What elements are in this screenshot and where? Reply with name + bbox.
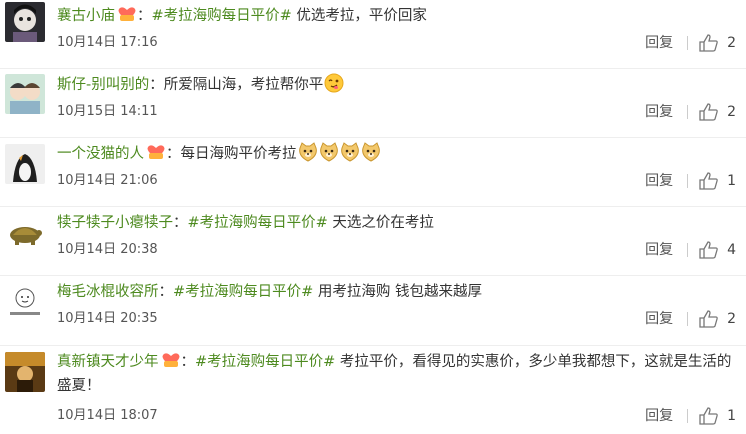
thumbs-up-icon <box>699 241 718 259</box>
username-link[interactable]: 梅毛冰棍收容所 <box>57 284 159 300</box>
doge-emoji-icon <box>298 142 318 162</box>
comment-item: 犊子犊子小瘪犊子：#考拉海购每日平价# 天选之价在考拉 10月14日 20:38… <box>0 207 746 276</box>
timestamp: 10月14日 20:38 <box>57 242 158 257</box>
comment-meta: 10月15日 14:11 回复 2 <box>57 102 736 122</box>
fan-badge-icon <box>117 5 137 23</box>
comment-actions: 回复 2 <box>645 102 736 122</box>
thumbs-up-icon <box>699 34 718 52</box>
like-count: 2 <box>727 35 736 51</box>
doge-emoji-icon <box>340 142 360 162</box>
fan-badge-icon <box>161 351 181 369</box>
comment-text: 每日海购平价考拉 <box>180 146 297 162</box>
divider <box>687 36 689 50</box>
wink-emoji-icon <box>324 73 344 93</box>
timestamp: 10月14日 18:07 <box>57 408 158 423</box>
username-link[interactable]: 襄古小庙 <box>57 8 115 24</box>
comment-body: 梅毛冰棍收容所：#考拉海购每日平价# 用考拉海购 钱包越来越厚 <box>57 284 483 300</box>
comment-meta: 10月14日 18:07 回复 1 <box>57 406 736 426</box>
timestamp: 10月15日 14:11 <box>57 104 158 119</box>
comment-actions: 回复 2 <box>645 33 736 53</box>
avatar[interactable] <box>5 352 45 392</box>
avatar[interactable] <box>5 2 45 42</box>
comment-body: 犊子犊子小瘪犊子：#考拉海购每日平价# 天选之价在考拉 <box>57 215 434 231</box>
topic-link[interactable]: #考拉海购每日平价# <box>188 215 328 231</box>
reply-button[interactable]: 回复 <box>645 240 673 260</box>
comment-meta: 10月14日 17:16 回复 2 <box>57 33 736 53</box>
username-link[interactable]: 犊子犊子小瘪犊子 <box>57 215 173 231</box>
avatar[interactable] <box>5 213 45 253</box>
comment-text: 优选考拉，平价回家 <box>291 8 427 24</box>
divider <box>687 105 689 119</box>
reply-button[interactable]: 回复 <box>645 33 673 53</box>
topic-link[interactable]: #考拉海购每日平价# <box>173 284 313 300</box>
like-count: 4 <box>727 242 736 258</box>
avatar[interactable] <box>5 282 45 322</box>
avatar[interactable] <box>5 144 45 184</box>
like-button[interactable]: 2 <box>699 33 736 53</box>
comment-item: 襄古小庙 ：#考拉海购每日平价# 优选考拉，平价回家 10月14日 17:16 … <box>0 0 746 69</box>
comment-item: 斯仔-别叫别的：所爱隔山海，考拉帮你平 10月15日 14:11 回复 2 <box>0 69 746 138</box>
thumbs-up-icon <box>699 103 718 121</box>
like-button[interactable]: 4 <box>699 240 736 260</box>
timestamp: 10月14日 21:06 <box>57 173 158 188</box>
reply-button[interactable]: 回复 <box>645 171 673 191</box>
comment-meta: 10月14日 20:35 回复 2 <box>57 309 736 329</box>
username-link[interactable]: 一个没猫的人 <box>57 146 144 162</box>
like-count: 2 <box>727 311 736 327</box>
comment-actions: 回复 1 <box>645 171 736 191</box>
like-count: 1 <box>727 408 736 424</box>
timestamp: 10月14日 20:35 <box>57 311 158 326</box>
comment-meta: 10月14日 20:38 回复 4 <box>57 240 736 260</box>
doge-emoji-icon <box>319 142 339 162</box>
thumbs-up-icon <box>699 310 718 328</box>
comment-text: 天选之价在考拉 <box>327 215 434 231</box>
comment-body: 一个没猫的人 ：每日海购平价考拉 <box>57 142 736 166</box>
divider <box>687 243 689 257</box>
divider <box>687 312 689 326</box>
timestamp: 10月14日 17:16 <box>57 35 158 50</box>
like-button[interactable]: 2 <box>699 309 736 329</box>
doge-emoji-icon <box>361 142 381 162</box>
like-button[interactable]: 1 <box>699 171 736 191</box>
thumbs-up-icon <box>699 407 718 425</box>
topic-link[interactable]: #考拉海购每日平价# <box>195 354 335 370</box>
comment-item: 真新镇天才少年 ：#考拉海购每日平价# 考拉平价，看得见的实惠价，多少单我都想下… <box>0 346 746 434</box>
comment-actions: 回复 2 <box>645 309 736 329</box>
comment-body: 斯仔-别叫别的：所爱隔山海，考拉帮你平 <box>57 73 736 97</box>
comment-item: 梅毛冰棍收容所：#考拉海购每日平价# 用考拉海购 钱包越来越厚 10月14日 2… <box>0 276 746 346</box>
reply-button[interactable]: 回复 <box>645 406 673 426</box>
divider <box>687 174 689 188</box>
fan-badge-icon <box>146 143 166 161</box>
comment-body: 襄古小庙 ：#考拉海购每日平价# 优选考拉，平价回家 <box>57 4 736 28</box>
reply-button[interactable]: 回复 <box>645 102 673 122</box>
comment-list: 襄古小庙 ：#考拉海购每日平价# 优选考拉，平价回家 10月14日 17:16 … <box>0 0 746 434</box>
like-button[interactable]: 2 <box>699 102 736 122</box>
username-link[interactable]: 斯仔-别叫别的 <box>57 77 149 93</box>
thumbs-up-icon <box>699 172 718 190</box>
reply-button[interactable]: 回复 <box>645 309 673 329</box>
comment-meta: 10月14日 21:06 回复 1 <box>57 171 736 191</box>
topic-link[interactable]: #考拉海购每日平价# <box>152 8 292 24</box>
username-link[interactable]: 真新镇天才少年 <box>57 354 159 370</box>
like-count: 1 <box>727 173 736 189</box>
comment-actions: 回复 4 <box>645 240 736 260</box>
like-count: 2 <box>727 104 736 120</box>
comment-actions: 回复 1 <box>645 406 736 426</box>
comment-text: 所爱隔山海，考拉帮你平 <box>163 77 324 93</box>
avatar[interactable] <box>5 74 45 114</box>
comment-text: 用考拉海购 钱包越来越厚 <box>313 284 483 300</box>
like-button[interactable]: 1 <box>699 406 736 426</box>
comment-item: 一个没猫的人 ：每日海购平价考拉 10月14日 21:06 回复 1 <box>0 138 746 207</box>
comment-body: 真新镇天才少年 ：#考拉海购每日平价# 考拉平价，看得见的实惠价，多少单我都想下… <box>57 350 738 398</box>
divider <box>687 409 689 423</box>
